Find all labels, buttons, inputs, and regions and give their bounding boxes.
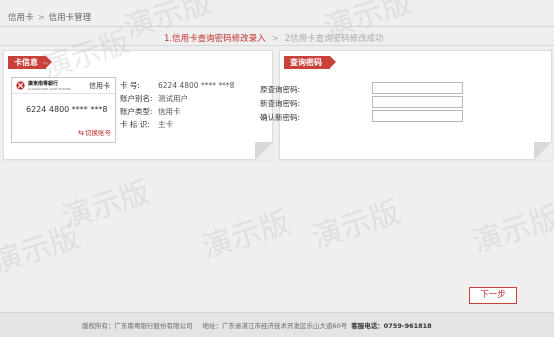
confirm-password-label: 确认新密码:: [259, 113, 300, 122]
step-2: 2信用卡查询密码修改成功: [284, 34, 384, 44]
new-password-input[interactable]: [372, 96, 463, 108]
detail-row-card-number: 卡 号: 6224 4800 **** ***8: [120, 79, 234, 92]
bank-card: 廣東南粵銀行 GUANGDONG NANYUE BANK 信用卡 6224 48…: [11, 77, 116, 143]
footer-hotline: 客服电话：0759-961818: [351, 322, 432, 330]
bank-card-header: 廣東南粵銀行 GUANGDONG NANYUE BANK 信用卡: [12, 78, 115, 94]
top-divider: [0, 26, 554, 27]
detail-label: 账户别名:: [120, 94, 153, 103]
confirm-password-input[interactable]: [372, 110, 463, 122]
corner-fold: [255, 142, 273, 160]
bank-logo-icon: [16, 81, 25, 90]
detail-row-card-flag: 卡 标 识: 主卡: [120, 118, 234, 131]
breadcrumb: 信用卡 > 信用卡管理: [8, 11, 91, 23]
detail-label: 卡 标 识:: [120, 120, 150, 129]
watermark: 演示版: [307, 194, 405, 256]
corner-fold: [534, 142, 552, 160]
step-indicator: 1.信用卡查询密码修改录入 >2信用卡查询密码修改成功: [164, 32, 384, 44]
card-number: 6224 4800 **** ***8: [26, 105, 108, 114]
switch-account-link[interactable]: ⇆切换账号: [78, 127, 111, 137]
watermark: 演示版: [197, 204, 295, 266]
detail-row-alias: 账户别名: 测试用户: [120, 92, 234, 105]
footer-address: 地址：广东省湛江市经济技术开发区乐山大道60号: [202, 322, 348, 330]
detail-label: 账户类型:: [120, 107, 153, 116]
detail-value: 主卡: [158, 120, 173, 129]
breadcrumb-separator: >: [37, 13, 45, 23]
breadcrumb-credit-card[interactable]: 信用卡: [8, 13, 34, 23]
bank-name: 廣東南粵銀行: [28, 81, 59, 87]
switch-arrows-icon: ⇆: [78, 129, 84, 137]
detail-value: 测试用户: [158, 94, 188, 103]
switch-account-label: 切换账号: [85, 129, 111, 137]
watermark: 演示版: [467, 199, 554, 261]
watermark: 演示版: [0, 219, 85, 281]
next-step-button[interactable]: 下一步: [469, 287, 517, 304]
bank-name-en: GUANGDONG NANYUE BANK: [28, 87, 72, 91]
step-1-current: 1.信用卡查询密码修改录入: [164, 34, 266, 44]
footer-copyright: 版权所有：广东南粤银行股份有限公司: [82, 322, 193, 330]
detail-row-account-type: 账户类型: 信用卡: [120, 105, 234, 118]
old-password-input[interactable]: [372, 82, 463, 94]
old-password-label: 原查询密码:: [259, 85, 300, 94]
footer-text: 版权所有：广东南粤银行股份有限公司 地址：广东省湛江市经济技术开发区乐山大道60号…: [82, 320, 432, 330]
step-arrow: >: [271, 34, 279, 44]
card-info-tag: 卡信息: [8, 56, 52, 69]
detail-value: 6224 4800 **** ***8: [158, 81, 235, 90]
steps-divider: [0, 45, 554, 46]
detail-label: 卡 号:: [120, 81, 140, 90]
watermark: 演示版: [57, 174, 155, 236]
new-password-label: 新查询密码:: [259, 99, 300, 108]
query-password-panel: 查询密码 原查询密码: 新查询密码: 确认新密码:: [260, 50, 552, 160]
footer: 版权所有：广东南粤银行股份有限公司 地址：广东省湛江市经济技术开发区乐山大道60号…: [0, 312, 554, 337]
query-password-tag: 查询密码: [284, 56, 336, 69]
card-info-panel: 卡信息 廣東南粵銀行 GUANGDONG NANYUE BANK 信用卡 622…: [3, 50, 273, 160]
card-type-label: 信用卡: [89, 82, 110, 90]
detail-value: 信用卡: [158, 107, 181, 116]
breadcrumb-card-management[interactable]: 信用卡管理: [49, 13, 92, 23]
card-details: 卡 号: 6224 4800 **** ***8 账户别名: 测试用户 账户类型: 信…: [120, 79, 234, 131]
